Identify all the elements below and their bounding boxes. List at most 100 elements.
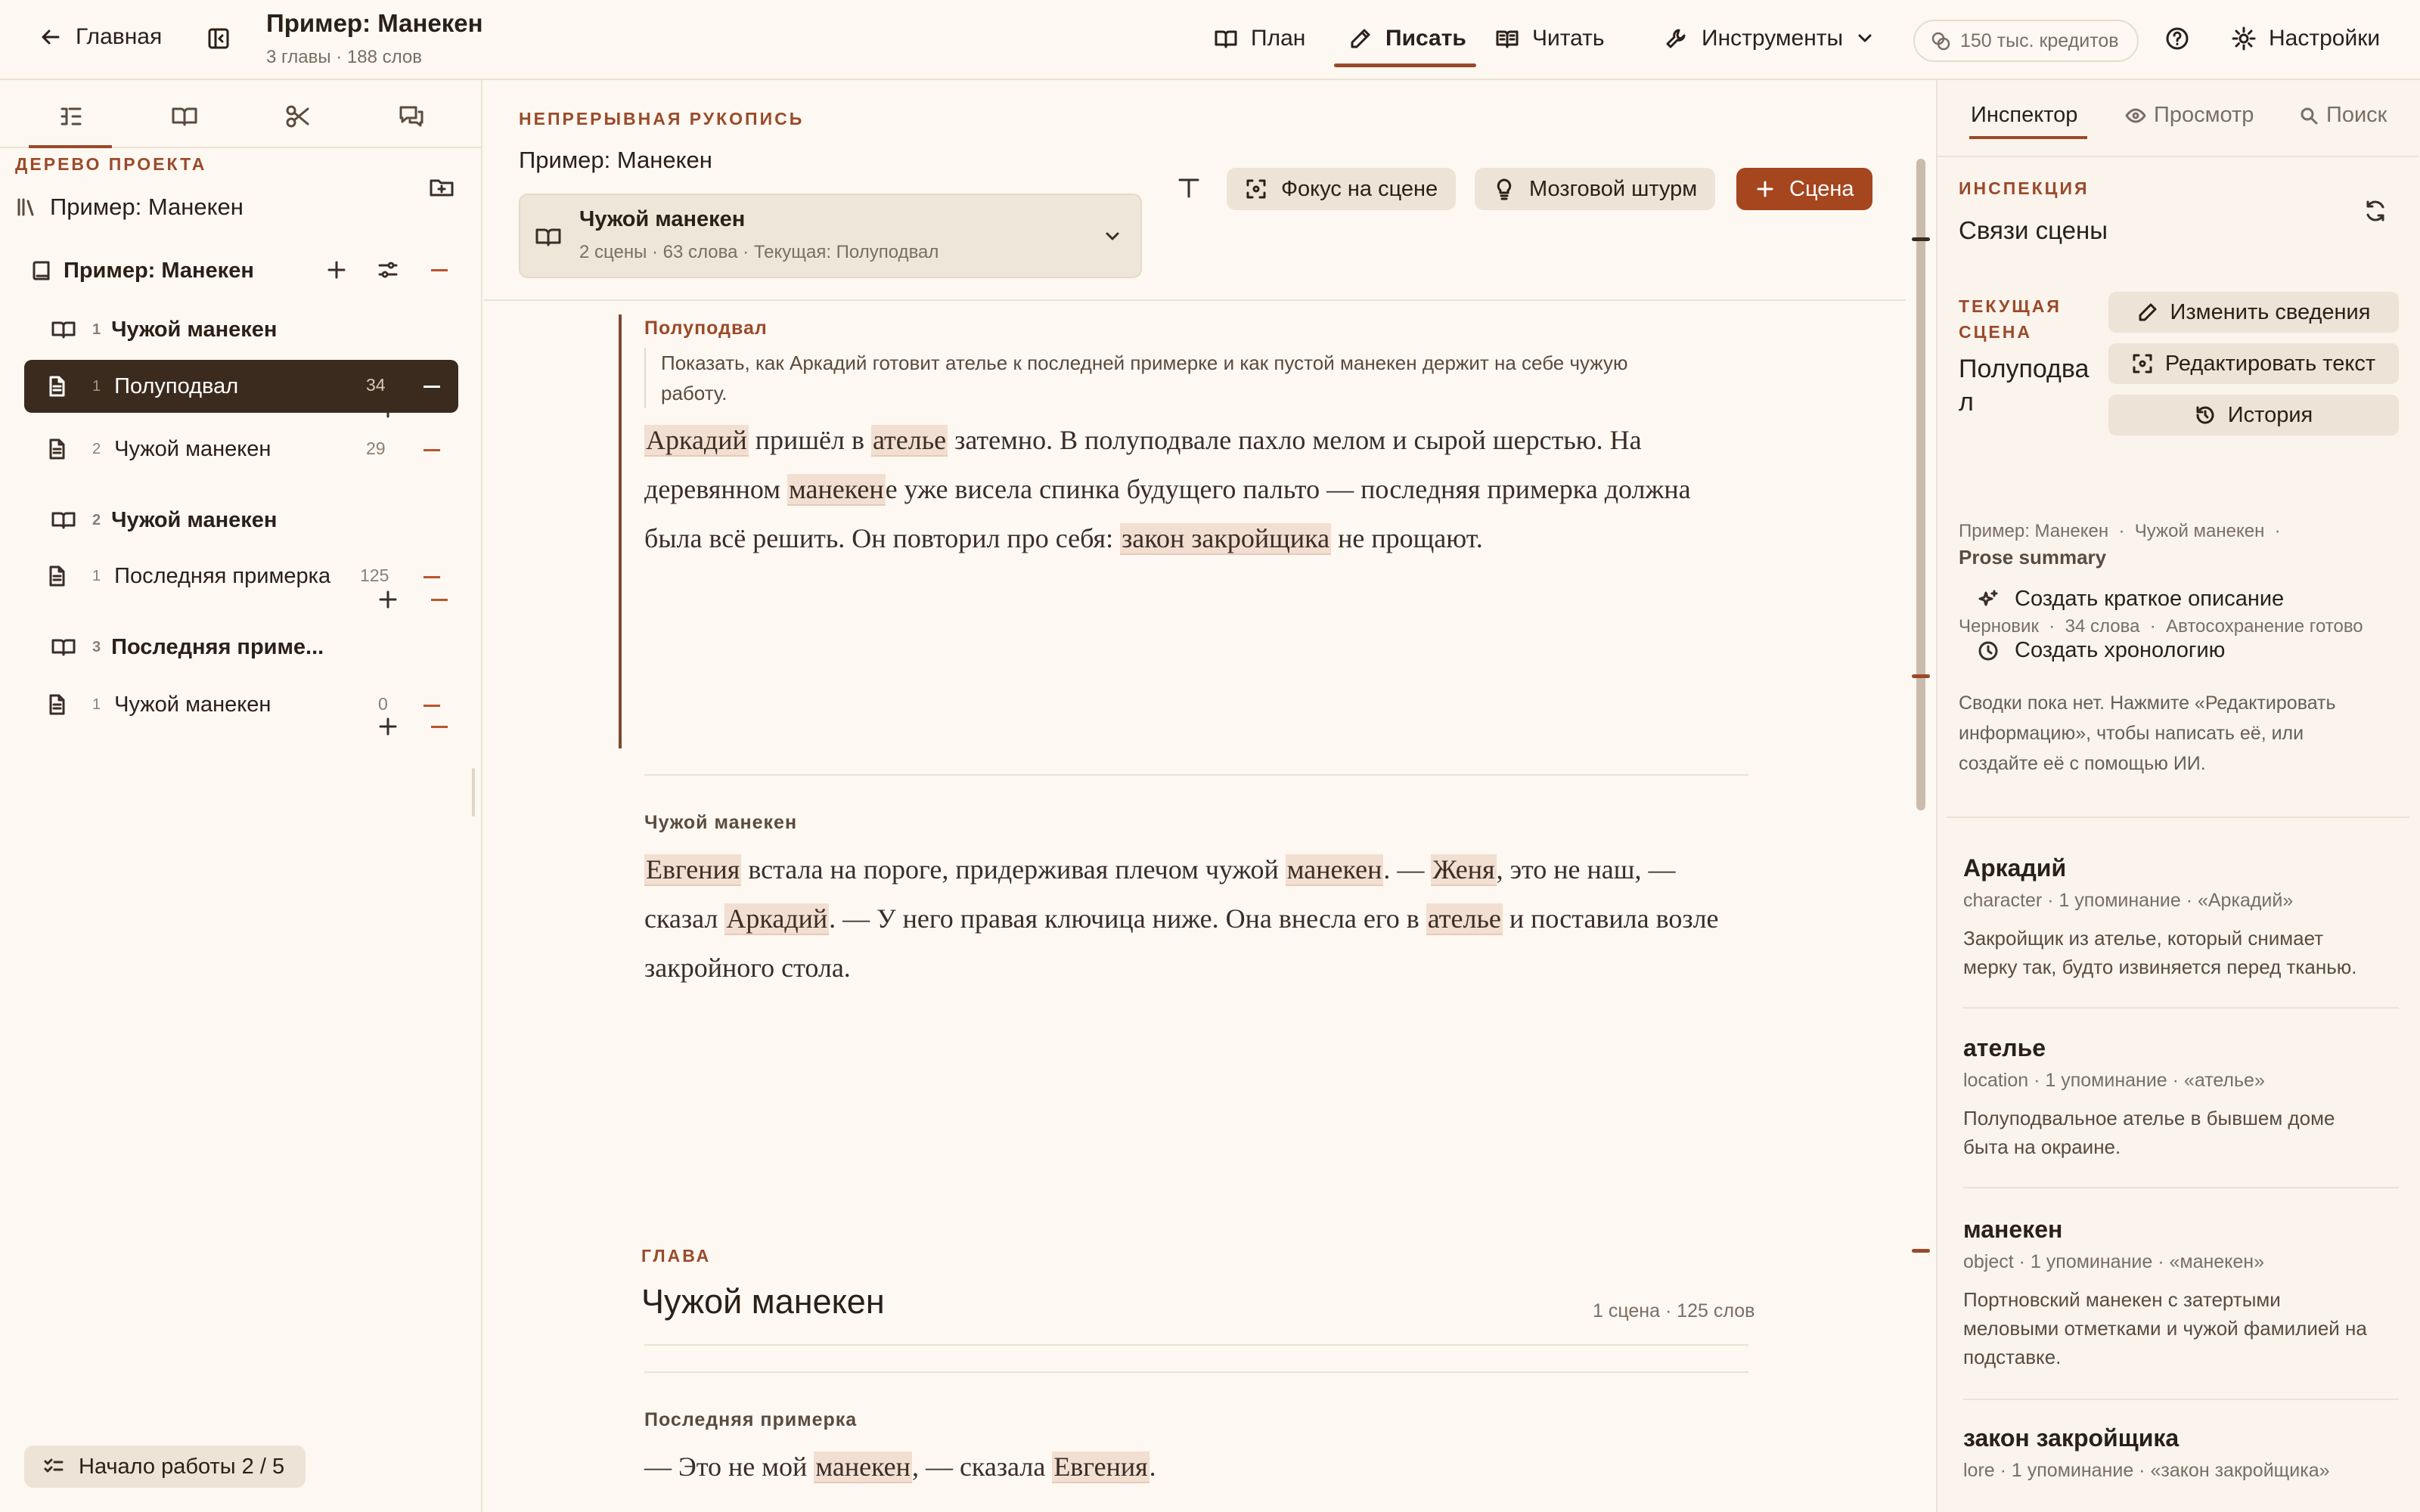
entity-card[interactable]: закон закройщика lore · 1 упоминание · «…: [1963, 1424, 2399, 1512]
entity-description-line: Портновский манекен с затертыми: [1963, 1288, 2281, 1311]
prose-fragment: затемно. В полуподвале пахло мелом и сыр…: [948, 425, 1642, 455]
tools-menu[interactable]: Инструменты: [1664, 26, 1875, 51]
scene-text[interactable]: — Это не мой манекен, — сказала Евгения.: [644, 1442, 1748, 1492]
refresh-icon[interactable]: [2363, 198, 2388, 224]
add-scene-button[interactable]: Сцена: [1736, 168, 1872, 210]
create-summary-button[interactable]: Создать краткое описание: [1977, 587, 2284, 612]
prose-line: деревянном манекене уже висела спинка бу…: [644, 465, 1748, 514]
settings-button[interactable]: Настройки: [2231, 26, 2380, 51]
current-scene-marker: [619, 314, 622, 748]
chapter-selector[interactable]: Чужой манекен 2 сцены · 63 слова · Текущ…: [519, 194, 1142, 278]
entity-highlight[interactable]: Женя: [1431, 854, 1497, 886]
help-button[interactable]: [2164, 26, 2190, 51]
add-chapter-icon[interactable]: [325, 259, 348, 281]
sidebar-toggle-icon: [208, 28, 229, 49]
scene-summary[interactable]: Показать, как Аркадий готовит ателье к п…: [644, 348, 1748, 408]
tree-chapter[interactable]: 3 Последняя приме...: [50, 621, 484, 673]
prose-line: сказал Аркадий. — У него правая ключица …: [644, 894, 1748, 943]
eye-icon: [2125, 108, 2146, 122]
tab-read[interactable]: Читать: [1494, 26, 1605, 51]
editor-header-divider: [484, 299, 1906, 301]
tree-view-icon[interactable]: [56, 101, 86, 132]
book-open-icon[interactable]: [169, 101, 200, 132]
scene-meta-line: Пример: Манекен · Чужой манекен ·: [1959, 521, 2281, 541]
tab-inspector[interactable]: Инспектор: [1971, 103, 2077, 128]
tree-scene[interactable]: 1 Последняя примерка 125: [24, 550, 458, 602]
entity-card[interactable]: ателье location · 1 упоминание · «ателье…: [1963, 1034, 2399, 1188]
clock-icon: [1978, 641, 1998, 660]
credits-badge[interactable]: 150 тыс. кредитов: [1913, 20, 2139, 62]
tab-preview[interactable]: Просмотр: [2125, 103, 2254, 128]
collapse-scene-icon[interactable]: [424, 386, 440, 388]
tab-search[interactable]: Поиск: [2299, 103, 2387, 128]
entity-highlight[interactable]: манекен: [814, 1452, 912, 1483]
tree-scene-active[interactable]: 1 Полуподвал 34: [24, 360, 458, 413]
text-format-icon[interactable]: [1175, 174, 1202, 201]
collapse-scene-icon[interactable]: [424, 449, 440, 451]
scissors-icon[interactable]: [283, 101, 313, 132]
prose-fragment: . — У него правая ключица ниже. Она внес…: [829, 903, 1426, 934]
sidebar-resize-handle[interactable]: [472, 768, 475, 816]
entity-highlight[interactable]: Евгения: [1052, 1452, 1150, 1483]
edit-text-label: Редактировать текст: [2164, 351, 2376, 376]
entity-highlight[interactable]: Аркадий: [644, 425, 749, 457]
entity-highlight[interactable]: закон закройщика: [1120, 523, 1332, 555]
library-root[interactable]: Пример: Манекен: [15, 194, 244, 221]
scroll-marker[interactable]: [1912, 1249, 1930, 1253]
active-tab-underline: [1969, 136, 2087, 139]
new-folder-icon[interactable]: [428, 174, 455, 201]
no-summary-text: Сводки пока нет. Нажмите «Редактировать …: [1959, 688, 2397, 779]
tree-chapter[interactable]: 2 Чужой манекен: [50, 494, 484, 546]
getting-started-button[interactable]: Начало работы 2 / 5: [24, 1445, 306, 1488]
document-icon: [49, 438, 65, 460]
focus-scene-button[interactable]: Фокус на сцене: [1227, 168, 1457, 210]
book-settings-icon[interactable]: [377, 259, 399, 281]
scrollbar-thumb[interactable]: [1916, 159, 1925, 810]
home-button[interactable]: Главная: [38, 24, 162, 50]
scroll-marker-current[interactable]: [1912, 237, 1930, 241]
scene-text[interactable]: Аркадий пришёл в ателье затемно. В полуп…: [644, 416, 1748, 563]
tab-preview-label: Просмотр: [2154, 103, 2254, 127]
brainstorm-button[interactable]: Мозговой штурм: [1475, 168, 1716, 210]
collapse-book-icon[interactable]: [431, 269, 448, 271]
focus-icon: [1246, 179, 1266, 199]
collapse-scene-icon[interactable]: [424, 705, 440, 707]
scene-text[interactable]: Евгения встала на пороге, придерживая пл…: [644, 845, 1748, 993]
manuscript-scroll-track[interactable]: [1906, 80, 1936, 1512]
entity-card[interactable]: Аркадий character · 1 упоминание · «Арка…: [1963, 854, 2399, 1009]
selected-chapter-meta: 2 сцены · 63 слова · Текущая: Полуподвал: [579, 242, 939, 262]
history-button[interactable]: История: [2108, 395, 2399, 435]
entity-highlight[interactable]: Аркадий: [724, 903, 830, 935]
entity-highlight[interactable]: манекен: [1285, 854, 1384, 886]
collapse-scene-icon[interactable]: [424, 576, 440, 578]
tab-plan[interactable]: План: [1213, 26, 1305, 51]
add-scene-label: Сцена: [1789, 176, 1854, 201]
entity-description-line: меловыми отметками и чужой фамилией на: [1963, 1317, 2367, 1340]
project-title: Пример: Манекен: [266, 9, 483, 37]
entity-highlight[interactable]: манекен: [786, 474, 886, 506]
scroll-marker[interactable]: [1912, 674, 1930, 678]
create-chronology-button[interactable]: Создать хронологию: [1977, 638, 2225, 663]
edit-text-button[interactable]: Редактировать текст: [2108, 343, 2399, 384]
entity-card[interactable]: манекен object · 1 упоминание · «манекен…: [1963, 1216, 2399, 1400]
tree-scene[interactable]: 1 Чужой манекен 0: [24, 679, 458, 730]
entity-highlight[interactable]: Евгения: [644, 854, 742, 886]
prose-fragment: , — сказала: [911, 1452, 1053, 1482]
tab-write[interactable]: Писать: [1348, 26, 1466, 51]
entity-highlight[interactable]: ателье: [1426, 903, 1503, 935]
entity-description: Полуподвальное ателье в бывшем доме быта…: [1963, 1104, 2399, 1161]
lightbulb-icon: [1497, 178, 1512, 200]
tree-chapter[interactable]: 1 Чужой манекен: [50, 304, 484, 355]
tab-write-label: Писать: [1385, 26, 1466, 51]
toggle-sidebar-button[interactable]: [206, 26, 231, 51]
scene-number: 2: [92, 440, 101, 457]
chat-icon[interactable]: [396, 101, 427, 132]
chapter-title: Чужой манекен: [111, 507, 278, 532]
current-scene-label: ТЕКУЩАЯ СЦЕНА: [1959, 293, 2062, 345]
library-icon: [17, 198, 34, 216]
entity-highlight[interactable]: ателье: [870, 425, 948, 457]
edit-info-button[interactable]: Изменить сведения: [2108, 292, 2399, 333]
scene-summary-line: Показать, как Аркадий готовит ателье к п…: [661, 352, 1628, 374]
tree-scene[interactable]: 2 Чужой манекен 29: [24, 423, 458, 475]
history-label: История: [2227, 402, 2313, 427]
